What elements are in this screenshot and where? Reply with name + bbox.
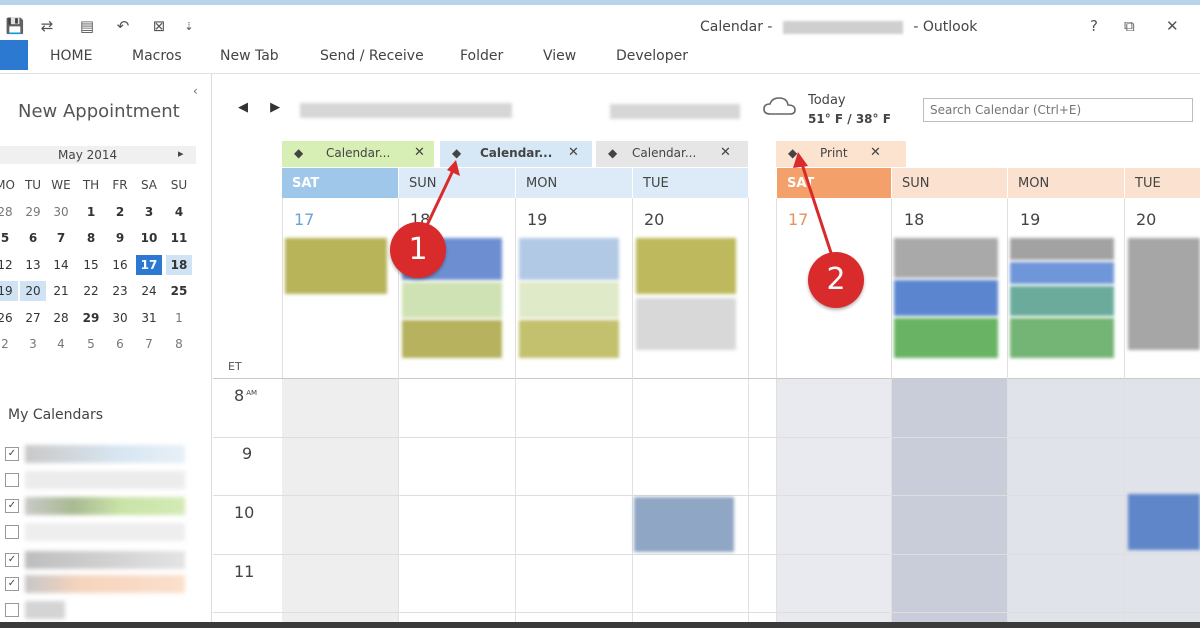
annotation-callout-1: 1 bbox=[390, 222, 446, 278]
status-bar bbox=[0, 622, 1200, 628]
arrow-2 bbox=[798, 157, 836, 263]
arrow-2-head bbox=[793, 152, 808, 168]
annotation-callout-2: 2 bbox=[808, 252, 864, 308]
arrow-1-head bbox=[447, 160, 460, 176]
annotation-arrows bbox=[418, 152, 836, 263]
